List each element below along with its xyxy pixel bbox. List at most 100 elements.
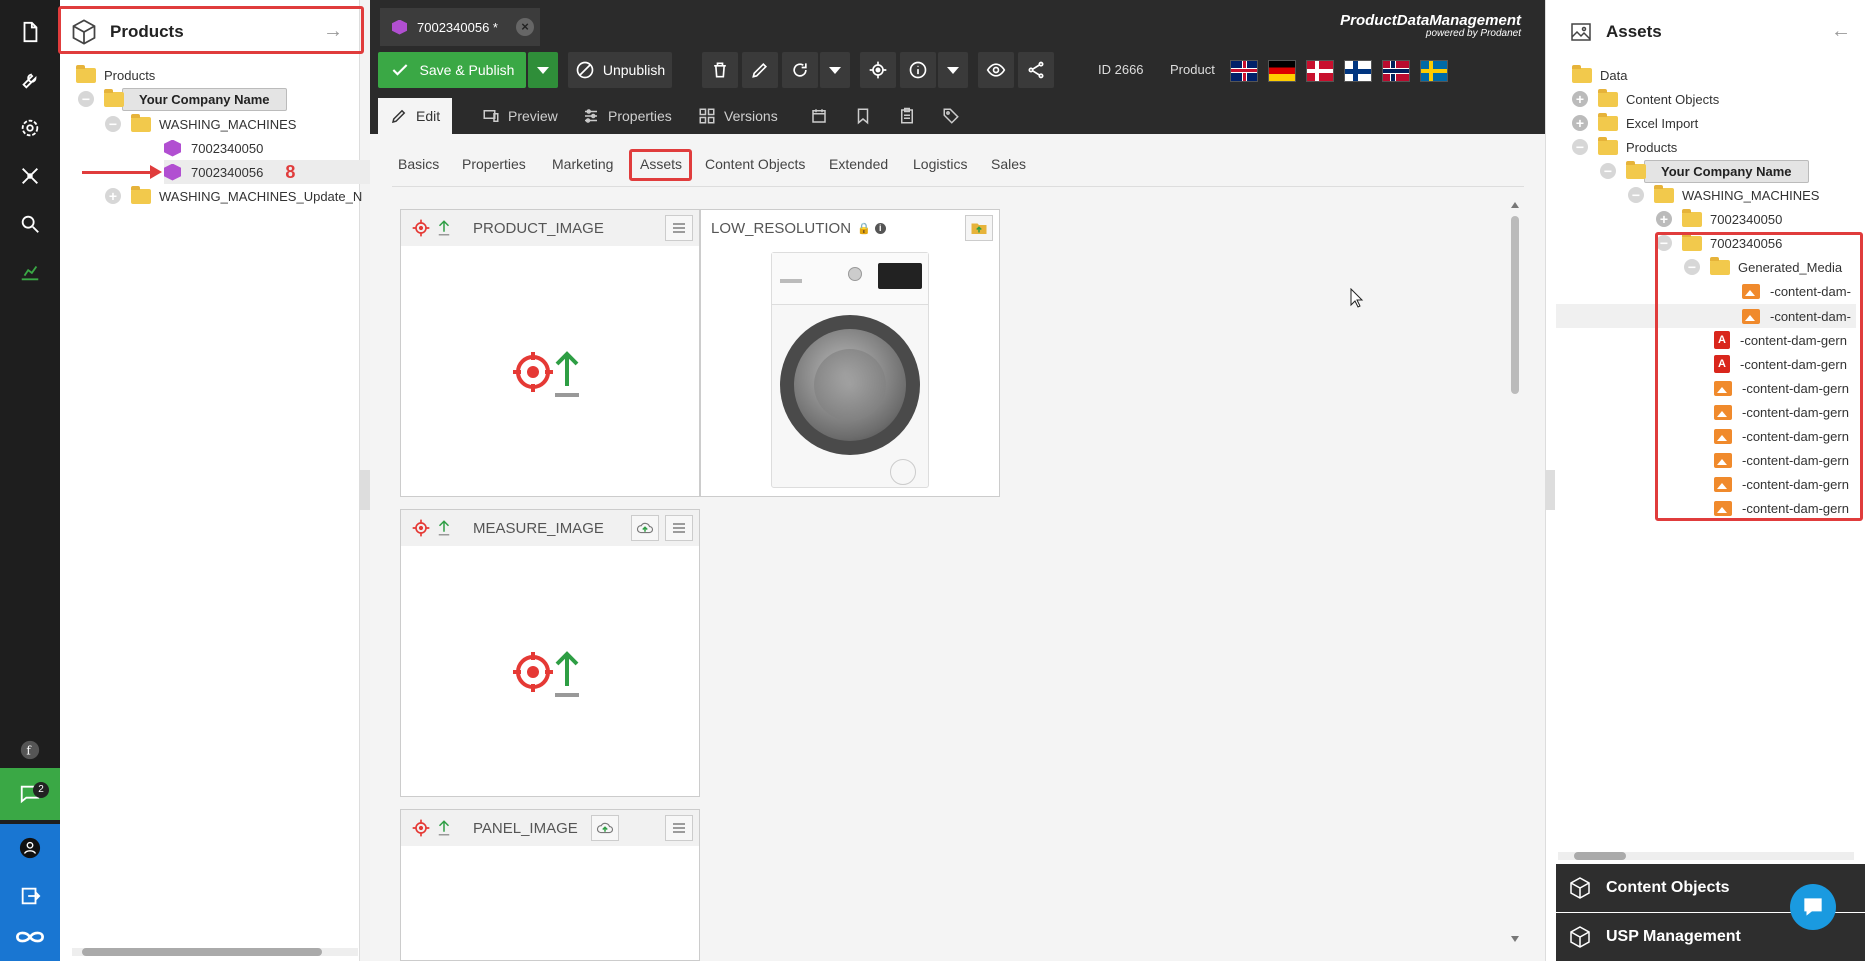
right-splitter-handle[interactable]: [1545, 470, 1555, 510]
document-tab[interactable]: 7002340056 * ×: [380, 8, 540, 46]
reload-dropdown-button[interactable]: [820, 52, 850, 88]
tab-marketing[interactable]: Marketing: [552, 156, 613, 172]
refresh-icon: [793, 63, 807, 77]
asset-node-washing-machines[interactable]: − WASHING_MACHINES: [1628, 183, 1819, 207]
tab-tags[interactable]: [930, 98, 980, 134]
share-button[interactable]: [1018, 52, 1054, 88]
tab-edit[interactable]: Edit: [378, 98, 453, 134]
tab-properties[interactable]: Properties: [570, 98, 684, 134]
info-dropdown-button[interactable]: [938, 52, 968, 88]
flag-fi-icon[interactable]: [1344, 60, 1372, 82]
target-upload-icon: [513, 651, 579, 697]
collapse-icon[interactable]: −: [1600, 163, 1616, 179]
asset-node-company[interactable]: − Your Company Name: [1600, 159, 1809, 183]
tree-node-company[interactable]: − Your Company Name: [78, 87, 287, 111]
editor-content: Basics Properties Marketing Assets Conte…: [370, 134, 1545, 961]
collapse-icon[interactable]: −: [105, 116, 121, 132]
drop-target-graphic[interactable]: [511, 650, 591, 701]
card-menu-button[interactable]: [665, 215, 693, 241]
network-icon[interactable]: [0, 152, 60, 200]
user-icon[interactable]: [0, 824, 60, 872]
collapse-arrow-icon[interactable]: ←: [1831, 20, 1851, 43]
asset-node-content-objects[interactable]: + Content Objects: [1572, 87, 1719, 111]
info-button[interactable]: [900, 52, 936, 88]
tab-sales[interactable]: Sales: [991, 156, 1026, 172]
target-icon[interactable]: [411, 518, 431, 538]
gear-icon[interactable]: [0, 104, 60, 152]
asset-node-products[interactable]: − Products: [1572, 135, 1677, 159]
expand-icon[interactable]: +: [1572, 91, 1588, 107]
asset-node-7002340050[interactable]: +7002340050: [1656, 207, 1782, 231]
symfony-icon[interactable]: f: [0, 726, 60, 774]
save-publish-button[interactable]: Save & Publish: [378, 52, 526, 88]
target-icon[interactable]: [411, 818, 431, 838]
card-menu-button[interactable]: [665, 515, 693, 541]
product-image-card: PRODUCT_IMAGE: [400, 209, 700, 497]
upload-arrow-icon[interactable]: [435, 518, 453, 538]
tab-bookmark[interactable]: [842, 98, 892, 134]
tab-logistics[interactable]: Logistics: [913, 156, 967, 172]
target-icon[interactable]: [411, 218, 431, 238]
folder-icon: [131, 113, 151, 132]
document-icon[interactable]: [0, 8, 60, 56]
assets-tree-panel: Assets ← Data + Content Objects + Excel Im…: [1545, 0, 1865, 961]
unpublish-button[interactable]: Unpublish: [568, 52, 672, 88]
chat-bubble-button[interactable]: [1790, 884, 1836, 930]
upload-arrow-icon[interactable]: [435, 818, 453, 838]
card-menu-button[interactable]: [665, 815, 693, 841]
flag-no-icon[interactable]: [1382, 60, 1410, 82]
flag-dk-icon[interactable]: [1306, 60, 1334, 82]
asset-node-data[interactable]: Data: [1572, 63, 1627, 87]
washing-machine-image[interactable]: [771, 252, 929, 488]
cloud-upload-button[interactable]: [591, 815, 619, 841]
asset-node-excel-import[interactable]: + Excel Import: [1572, 111, 1698, 135]
reload-button[interactable]: [782, 52, 818, 88]
delete-button[interactable]: [702, 52, 738, 88]
folder-icon: [76, 64, 96, 83]
tree-node-7002340050[interactable]: 7002340050: [164, 136, 263, 160]
flag-de-icon[interactable]: [1268, 60, 1296, 82]
close-tab-icon[interactable]: ×: [516, 18, 534, 36]
left-splitter-handle[interactable]: [360, 470, 370, 510]
dashboard-icon[interactable]: [0, 248, 60, 296]
expand-icon[interactable]: +: [1656, 211, 1672, 227]
tree-node-products[interactable]: Products: [76, 63, 155, 87]
wrench-icon[interactable]: [0, 56, 60, 104]
cloud-upload-button[interactable]: [631, 515, 659, 541]
tree-node-washing-update[interactable]: + WASHING_MACHINES_Update_N: [105, 184, 362, 208]
folder-icon: [1682, 208, 1702, 227]
editor-vertical-scrollbar[interactable]: [1510, 202, 1520, 942]
save-dropdown-button[interactable]: [528, 52, 558, 88]
tree-node-washing-machines[interactable]: − WASHING_MACHINES: [105, 112, 296, 136]
upload-arrow-icon[interactable]: [435, 218, 453, 238]
horizontal-scrollbar[interactable]: [72, 948, 358, 956]
tab-preview[interactable]: Preview: [470, 98, 570, 134]
collapse-icon[interactable]: −: [78, 91, 94, 107]
tab-notes[interactable]: [886, 98, 936, 134]
tab-versions[interactable]: Versions: [686, 98, 790, 134]
chat-icon[interactable]: 2: [0, 768, 60, 820]
cloud-upload-icon: [596, 822, 613, 834]
tab-content-objects[interactable]: Content Objects: [705, 156, 805, 172]
expand-icon[interactable]: +: [105, 188, 121, 204]
collapse-icon[interactable]: −: [1572, 139, 1588, 155]
assets-horizontal-scrollbar[interactable]: [1558, 852, 1854, 860]
expand-icon[interactable]: +: [1572, 115, 1588, 131]
tab-schedule[interactable]: [798, 98, 848, 134]
tab-extended[interactable]: Extended: [829, 156, 888, 172]
tab-properties-content[interactable]: Properties: [462, 156, 526, 172]
info-icon[interactable]: i: [874, 222, 886, 234]
locate-button[interactable]: [860, 52, 896, 88]
tab-basics[interactable]: Basics: [398, 156, 439, 172]
open-folder-button[interactable]: [965, 215, 993, 241]
rename-button[interactable]: [742, 52, 778, 88]
check-icon: [392, 64, 407, 76]
drop-target-graphic[interactable]: [511, 350, 591, 401]
flag-se-icon[interactable]: [1420, 60, 1448, 82]
preview-eye-button[interactable]: [978, 52, 1014, 88]
flag-uk-icon[interactable]: [1230, 60, 1258, 82]
tree-node-7002340056[interactable]: 7002340056 8: [164, 160, 404, 184]
collapse-icon[interactable]: −: [1628, 187, 1644, 203]
search-icon[interactable]: [0, 200, 60, 248]
measure-image-card: MEASURE_IMAGE: [400, 509, 700, 797]
